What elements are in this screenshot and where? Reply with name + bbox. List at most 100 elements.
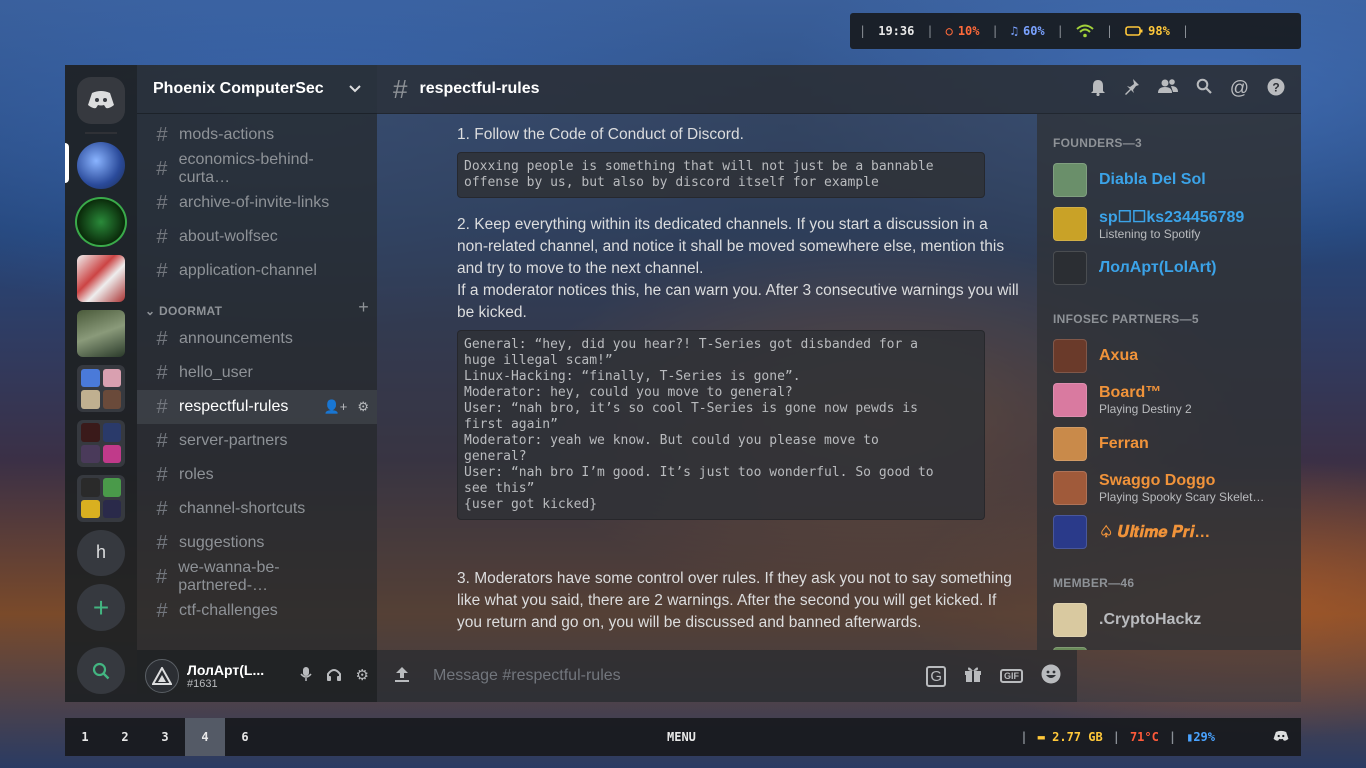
- channel-ctf-challenges[interactable]: # ctf-challenges: [137, 594, 377, 628]
- guild-folder-1[interactable]: [77, 365, 125, 412]
- user-info[interactable]: ЛолАрт(L... #1631: [187, 662, 264, 690]
- emoji-icon[interactable]: [1041, 664, 1061, 689]
- discord-tray-icon[interactable]: [1273, 730, 1289, 745]
- upload-icon[interactable]: [393, 665, 411, 688]
- channel-application[interactable]: # application-channel: [137, 254, 377, 288]
- members-icon[interactable]: [1157, 78, 1178, 101]
- member-row[interactable]: Ferran: [1053, 422, 1293, 466]
- explore-search-icon[interactable]: [77, 647, 125, 695]
- member-row[interactable]: Diabla Del Sol: [1053, 158, 1293, 202]
- channel-shortcuts[interactable]: # channel-shortcuts: [137, 492, 377, 526]
- channel-economics[interactable]: # economics-behind-curta…: [137, 151, 377, 186]
- workspace-3[interactable]: 3: [145, 718, 185, 756]
- role-header-founders: FOUNDERS—3: [1053, 136, 1143, 150]
- battery-value: 98%: [1148, 24, 1170, 38]
- gear-icon[interactable]: ⚙: [356, 666, 369, 686]
- member-row[interactable]: .CryptoHackz: [1053, 598, 1293, 642]
- workspace-4[interactable]: 4: [185, 718, 225, 756]
- server-header[interactable]: Phoenix ComputerSec: [137, 65, 377, 114]
- member-row[interactable]: Board™ Playing Destiny 2: [1053, 378, 1293, 422]
- svg-text:?: ?: [1272, 80, 1279, 94]
- bell-icon[interactable]: [1090, 78, 1106, 101]
- hash-icon: #: [156, 191, 168, 214]
- channel-label: hello_user: [179, 364, 253, 381]
- member-name: Axua: [1099, 347, 1139, 364]
- workspace-2[interactable]: 2: [105, 718, 145, 756]
- invite-icon[interactable]: 👤+: [324, 399, 348, 415]
- channel-respectful-rules[interactable]: # respectful-rules 👤+ ⚙: [137, 390, 377, 424]
- channel-label: archive-of-invite-links: [179, 194, 330, 211]
- member-row[interactable]: Swaggo Doggo Playing Spooky Scary Skelet…: [1053, 466, 1293, 510]
- workspace-1[interactable]: 1: [65, 718, 105, 756]
- wifi-icon[interactable]: [1073, 24, 1097, 38]
- hash-icon: #: [393, 73, 408, 104]
- channel-server-partners[interactable]: # server-partners: [137, 424, 377, 458]
- channel-about-wolfsec[interactable]: # about-wolfsec: [137, 220, 377, 254]
- channel-we-wanna-be-partnered[interactable]: # we-wanna-be-partnered-…: [137, 559, 377, 594]
- member-name: ♤ 𝑼𝒍𝒕𝒊𝒎𝒆 𝑷𝒓𝒊…: [1099, 524, 1211, 541]
- guild-folder-2[interactable]: [77, 419, 125, 467]
- guild-h[interactable]: h: [77, 529, 125, 577]
- ram-indicator: ▬ 2.77 GB: [1038, 730, 1103, 744]
- message-input[interactable]: Message #respectful-rules: [433, 667, 621, 685]
- member-row[interactable]: ЛолАрт(LolArt): [1053, 246, 1293, 290]
- guild-folder-3[interactable]: [77, 474, 125, 522]
- guild-green-skull[interactable]: [75, 196, 127, 248]
- discord-home-button[interactable]: [77, 77, 125, 124]
- search-icon[interactable]: [1196, 78, 1212, 101]
- avatar[interactable]: [1053, 251, 1087, 285]
- member-activity: Playing Destiny 2: [1099, 402, 1192, 416]
- category-doormat[interactable]: ⌄ DOORMAT +: [137, 288, 377, 322]
- channel-archive-invite-links[interactable]: # archive-of-invite-links: [137, 186, 377, 220]
- channel-label: channel-shortcuts: [179, 500, 306, 517]
- avatar[interactable]: [1053, 603, 1087, 637]
- menu-button[interactable]: MENU: [667, 730, 696, 744]
- channel-suggestions[interactable]: # suggestions: [137, 526, 377, 560]
- channel-label: economics-behind-curta…: [178, 151, 314, 186]
- gear-icon[interactable]: ⚙: [357, 399, 369, 415]
- avatar[interactable]: [1053, 471, 1087, 505]
- hash-icon: #: [156, 531, 168, 554]
- member-row[interactable]: Ashy E-girl: [1053, 642, 1293, 650]
- hash-icon: #: [156, 327, 168, 350]
- pin-icon[interactable]: [1124, 78, 1140, 101]
- channel-announcements[interactable]: # announcements: [137, 322, 377, 356]
- guild-forest[interactable]: [77, 310, 125, 358]
- microphone-icon[interactable]: [299, 666, 312, 686]
- avatar[interactable]: [1053, 163, 1087, 197]
- member-name: Board™: [1099, 384, 1162, 401]
- member-name: ЛолАрт(LolArt): [1099, 259, 1217, 276]
- avatar[interactable]: [1053, 427, 1087, 461]
- translate-icon[interactable]: G: [926, 665, 946, 687]
- gift-icon[interactable]: [964, 665, 982, 688]
- headphones-icon[interactable]: [326, 666, 342, 686]
- gif-icon[interactable]: GIF: [1000, 669, 1023, 683]
- chevron-down-icon[interactable]: [349, 80, 361, 98]
- member-row[interactable]: sp☐☐ks234456789 Listening to Spotify: [1053, 202, 1293, 246]
- avatar[interactable]: [145, 659, 179, 693]
- member-list: FOUNDERS—3 Diabla Del Sol sp☐☐ks234456789…: [1037, 114, 1301, 650]
- mentions-icon[interactable]: @: [1230, 78, 1249, 101]
- channel-sidebar: Phoenix ComputerSec # mods-actions # econo…: [137, 65, 377, 702]
- channel-roles[interactable]: # roles: [137, 458, 377, 492]
- separator: |: [991, 24, 999, 38]
- help-icon[interactable]: ?: [1267, 78, 1285, 101]
- add-server-icon[interactable]: +: [77, 584, 125, 632]
- guild-roses[interactable]: [77, 255, 125, 303]
- avatar[interactable]: [1053, 383, 1087, 417]
- channel-title: respectful-rules: [419, 80, 540, 97]
- avatar[interactable]: [1053, 339, 1087, 373]
- add-channel-icon[interactable]: +: [358, 297, 369, 318]
- volume-indicator[interactable]: ♫ 60%: [1008, 24, 1048, 38]
- channel-mods-actions[interactable]: # mods-actions: [137, 118, 377, 152]
- avatar[interactable]: [1053, 207, 1087, 241]
- guild-divider: [85, 131, 117, 134]
- guild-phoenix-computersec[interactable]: [77, 141, 125, 189]
- rule-2-warning-text: If a moderator notices this, he can warn…: [457, 282, 1019, 321]
- channel-hello-user[interactable]: # hello_user: [137, 356, 377, 390]
- member-row[interactable]: ♤ 𝑼𝒍𝒕𝒊𝒎𝒆 𝑷𝒓𝒊…: [1053, 510, 1293, 554]
- workspace-6[interactable]: 6: [225, 718, 265, 756]
- avatar[interactable]: [1053, 515, 1087, 549]
- channel-label: respectful-rules: [179, 398, 289, 415]
- member-row[interactable]: Axua: [1053, 334, 1293, 378]
